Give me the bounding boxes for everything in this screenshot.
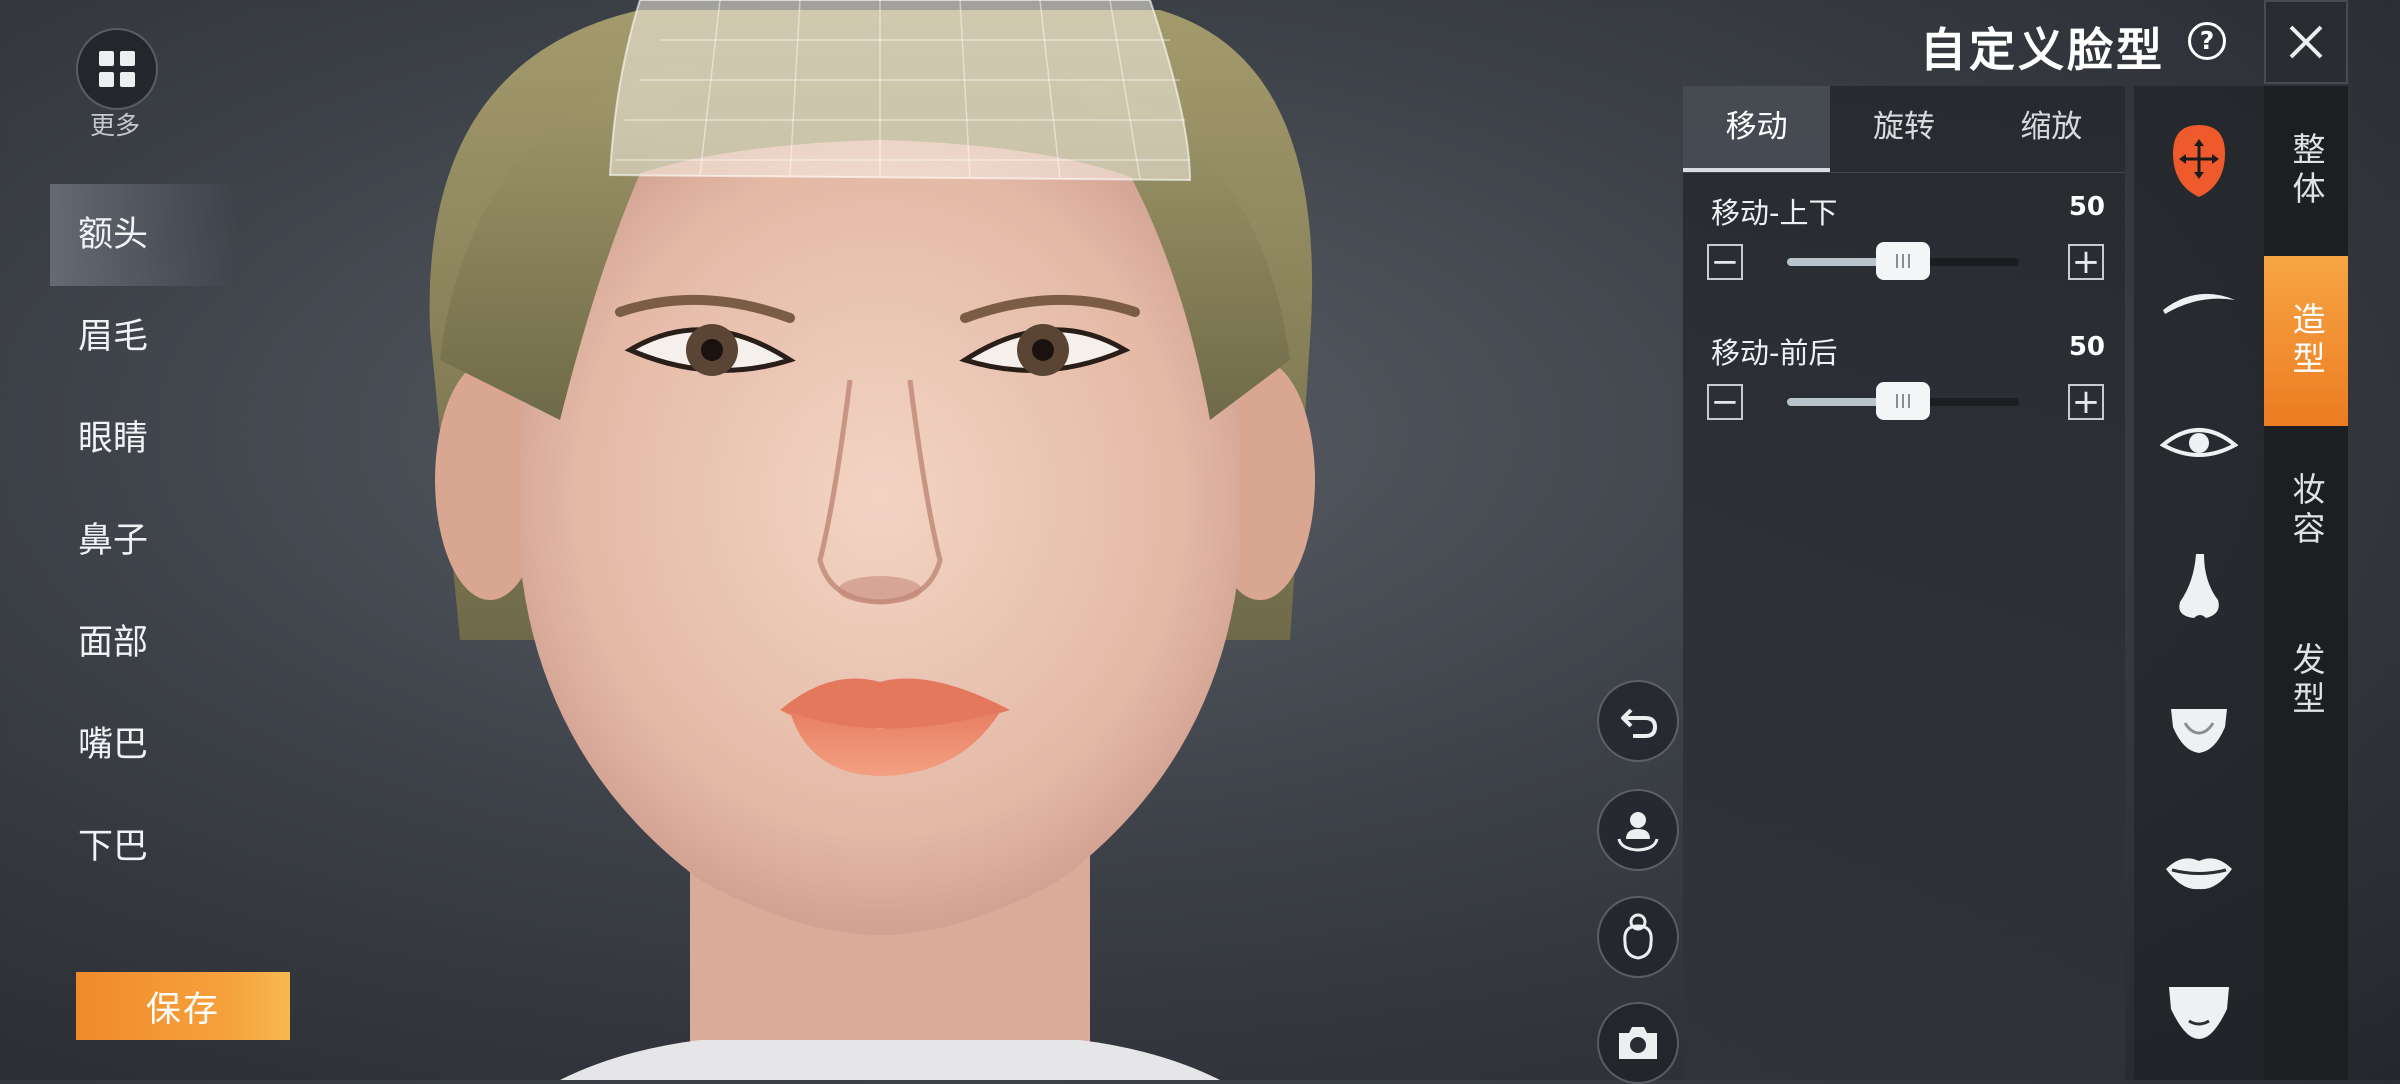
- character-viewport[interactable]: [0, 0, 1680, 1080]
- feature-mouth[interactable]: [2134, 816, 2264, 926]
- plus-icon: +: [2071, 382, 2101, 422]
- chin-icon: [2169, 987, 2229, 1039]
- tab-scale[interactable]: 缩放: [1978, 86, 2125, 172]
- adjust-panel: 移动 旋转 缩放 移动-上下 50 − + 移动-前后 50 − +: [1683, 86, 2125, 1080]
- category-eyes[interactable]: 眼睛: [50, 388, 240, 490]
- mouth-icon: [2166, 858, 2232, 890]
- feature-chin[interactable]: [2134, 958, 2264, 1068]
- character-face-render: [429, 0, 1315, 1080]
- feature-icon-column: [2134, 86, 2264, 1080]
- category-face[interactable]: 面部: [50, 592, 240, 694]
- tab-label: 造型: [2287, 302, 2326, 380]
- close-icon: [2289, 25, 2323, 59]
- screenshot-button[interactable]: [1597, 1002, 1679, 1084]
- decrease-button[interactable]: −: [1707, 384, 1743, 420]
- tab-rotate[interactable]: 旋转: [1830, 86, 1977, 172]
- slider-value: 50: [2068, 192, 2105, 222]
- camera-icon: [1619, 1027, 1657, 1059]
- slider-move-vertical: 移动-上下 50 − +: [1683, 190, 2125, 330]
- slider-label: 移动-前后: [1711, 336, 1838, 370]
- hair-toggle-button[interactable]: [1597, 896, 1679, 978]
- nose-icon: [2179, 554, 2219, 618]
- minus-icon: −: [1710, 382, 1740, 422]
- face-category-list: 额头 眉毛 眼睛 鼻子 面部 嘴巴 下巴: [50, 184, 240, 898]
- feature-nose[interactable]: [2134, 532, 2264, 642]
- right-category-tabs: 整体 造型 妆容 发型: [2264, 86, 2348, 1080]
- feature-forehead-move[interactable]: [2134, 106, 2264, 216]
- tab-overall[interactable]: 整体: [2264, 86, 2348, 256]
- slider-label: 移动-上下: [1711, 196, 1838, 230]
- eyebrow-icon: [2163, 293, 2235, 314]
- eye-icon: [2160, 428, 2238, 457]
- rotate-view-icon: [1617, 812, 1659, 852]
- tab-move[interactable]: 移动: [1683, 86, 1831, 172]
- hair-toggle-icon: [1623, 913, 1653, 960]
- slider-track[interactable]: [1787, 242, 2019, 280]
- forehead-move-icon: [2173, 125, 2225, 197]
- slider-handle[interactable]: [1876, 382, 1930, 420]
- undo-button[interactable]: [1597, 680, 1679, 762]
- slider-handle[interactable]: [1876, 242, 1930, 280]
- tab-label: 妆容: [2287, 472, 2326, 550]
- minus-icon: −: [1710, 242, 1740, 282]
- tab-label: 发型: [2287, 642, 2326, 720]
- save-button[interactable]: 保存: [76, 972, 290, 1040]
- tab-label: 整体: [2287, 132, 2326, 210]
- help-icon[interactable]: ?: [2188, 22, 2226, 60]
- slider-value: 50: [2068, 332, 2105, 362]
- page-title: 自定义脸型: [1920, 23, 2165, 77]
- feature-eyebrow[interactable]: [2134, 246, 2264, 356]
- undo-icon: [1621, 708, 1658, 738]
- slider-track[interactable]: [1787, 382, 2019, 420]
- category-forehead[interactable]: 额头: [50, 184, 240, 286]
- grid-icon: [99, 51, 135, 87]
- face-icon: [2171, 709, 2227, 753]
- slider-move-depth: 移动-前后 50 − +: [1683, 330, 2125, 470]
- tab-hairstyle[interactable]: 发型: [2264, 596, 2348, 766]
- tab-shape[interactable]: 造型: [2264, 256, 2348, 426]
- decrease-button[interactable]: −: [1707, 244, 1743, 280]
- category-nose[interactable]: 鼻子: [50, 490, 240, 592]
- category-mouth[interactable]: 嘴巴: [50, 694, 240, 796]
- category-eyebrows[interactable]: 眉毛: [50, 286, 240, 388]
- category-chin[interactable]: 下巴: [50, 796, 240, 898]
- increase-button[interactable]: +: [2068, 384, 2104, 420]
- plus-icon: +: [2071, 242, 2101, 282]
- close-button[interactable]: [2264, 0, 2348, 84]
- increase-button[interactable]: +: [2068, 244, 2104, 280]
- feature-eye[interactable]: [2134, 388, 2264, 498]
- more-label: 更多: [89, 111, 140, 140]
- rotate-view-button[interactable]: [1597, 789, 1679, 871]
- more-menu-button[interactable]: [76, 28, 158, 110]
- feature-face[interactable]: [2134, 674, 2264, 784]
- adjust-tabs: 移动 旋转 缩放: [1683, 86, 2125, 173]
- tab-makeup[interactable]: 妆容: [2264, 426, 2348, 596]
